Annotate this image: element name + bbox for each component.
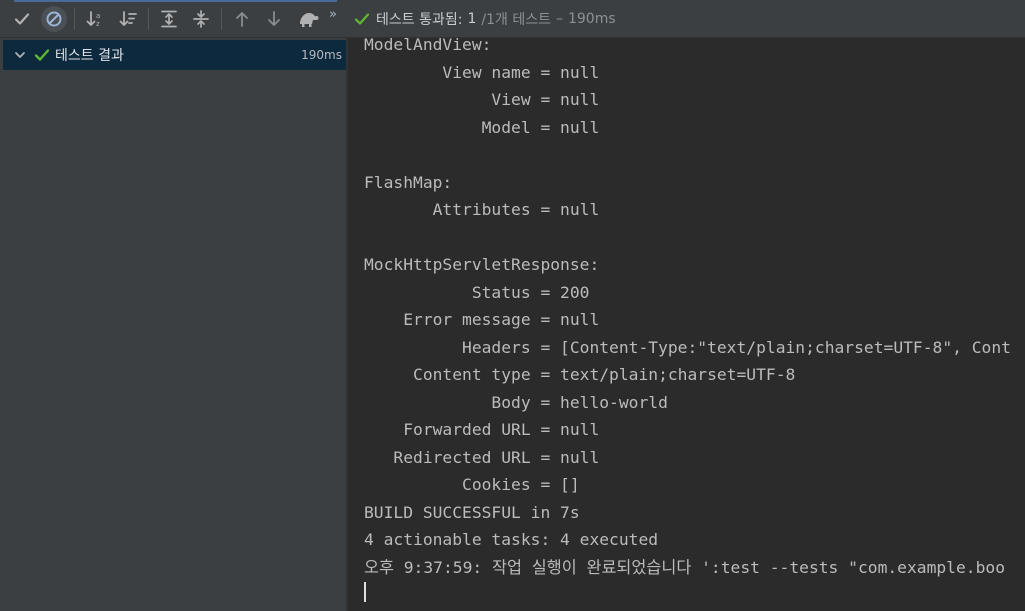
- status-total-count: /1개 테스트: [481, 11, 551, 28]
- console-line: Model = null: [364, 117, 600, 137]
- arrow-down-icon: [265, 10, 283, 28]
- status-dash: –: [555, 10, 563, 27]
- test-results-tree: 테스트 결과 190ms: [0, 38, 346, 611]
- tab-accent-bar: [14, 0, 337, 2]
- collapse-all-icon: [191, 9, 211, 29]
- status-label: 테스트 통과됨:: [376, 11, 463, 28]
- test-runner-toolbar: az » 테스트 통과됨: 1 /1개 테스트 – 190ms: [0, 0, 1025, 38]
- tree-item-duration: 190ms: [301, 48, 342, 62]
- status-duration: 190ms: [567, 10, 616, 27]
- console-line: 4 actionable tasks: 4 executed: [364, 530, 659, 549]
- console-line: View = null: [364, 90, 600, 109]
- show-ignored-button[interactable]: [41, 6, 67, 32]
- console-line: 오후 9:37:59: 작업 실행이 완료되었습니다 ':test --test…: [364, 557, 1005, 577]
- console-line: Content type = text/plain;charset=UTF-8: [364, 365, 796, 384]
- toolbar-separator: [221, 8, 222, 30]
- console-line: Body = hello-world: [364, 392, 668, 412]
- arrow-up-icon: [233, 10, 251, 28]
- previous-failed-button[interactable]: [229, 6, 255, 32]
- console-line: ModelAndView:: [364, 38, 492, 54]
- collapse-all-button[interactable]: [188, 6, 214, 32]
- check-icon: [13, 10, 31, 28]
- svg-text:a: a: [96, 12, 100, 20]
- tree-item-test-results[interactable]: 테스트 결과 190ms: [3, 40, 346, 70]
- status-passed-count: 1: [467, 10, 477, 27]
- console-line: View name = null: [364, 62, 600, 82]
- expand-all-button[interactable]: [156, 6, 182, 32]
- toolbar-separator: [148, 8, 149, 30]
- chevron-down-icon[interactable]: [14, 49, 26, 61]
- sort-duration-icon: [118, 9, 138, 29]
- console-line: Attributes = null: [364, 200, 600, 219]
- tree-item-label: 테스트 결과: [55, 48, 124, 64]
- console-line: Cookies = []: [364, 475, 580, 494]
- next-failed-button[interactable]: [261, 6, 287, 32]
- console-line: Headers = [Content-Type:"text/plain;char…: [364, 337, 1011, 357]
- check-icon: [34, 47, 50, 63]
- import-tests-button[interactable]: [295, 6, 321, 32]
- expand-all-icon: [159, 9, 179, 29]
- sort-by-duration-button[interactable]: [115, 6, 141, 32]
- test-status-summary: 테스트 통과됨: 1 /1개 테스트 – 190ms: [354, 0, 616, 37]
- sort-az-icon: az: [85, 9, 105, 29]
- sort-alphabetically-button[interactable]: az: [82, 6, 108, 32]
- show-passed-button[interactable]: [9, 6, 35, 32]
- console-lines: ModelAndView: View name = null View = nu…: [364, 38, 1011, 581]
- svg-text:z: z: [96, 20, 100, 28]
- console-line: BUILD SUCCESSFUL in 7s: [364, 502, 580, 522]
- console-line: Redirected URL = null: [364, 447, 600, 467]
- toolbar-separator: [74, 8, 75, 30]
- text-caret: [364, 582, 366, 602]
- console-line: FlashMap:: [364, 172, 453, 192]
- console-output[interactable]: ModelAndView: View name = null View = nu…: [348, 38, 1025, 611]
- console-line: Forwarded URL = null: [364, 420, 600, 439]
- check-icon: [354, 11, 370, 27]
- more-actions-chevron[interactable]: »: [329, 7, 337, 22]
- console-line: Error message = null: [364, 310, 600, 329]
- console-line: MockHttpServletResponse:: [364, 255, 600, 274]
- turtle-icon: [297, 9, 319, 29]
- ban-icon: [45, 10, 63, 28]
- console-line: Status = 200: [364, 282, 590, 302]
